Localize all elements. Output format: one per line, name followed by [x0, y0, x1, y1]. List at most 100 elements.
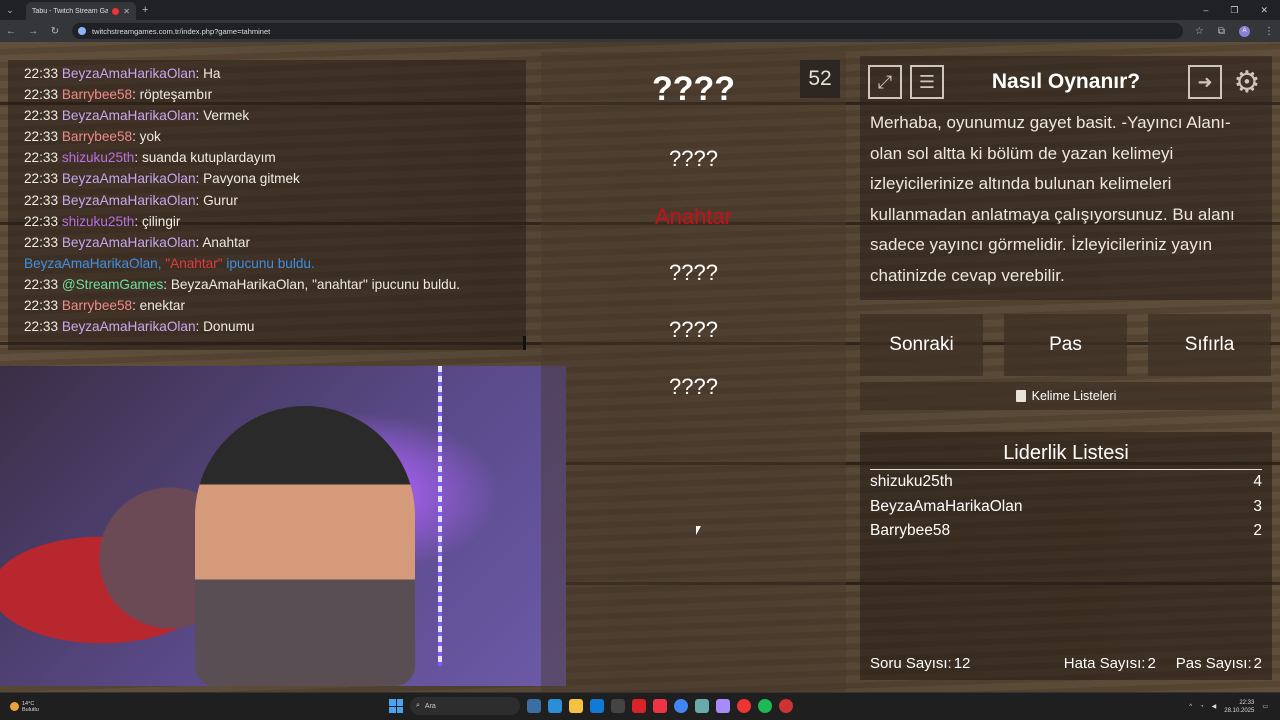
gear-icon[interactable]: ⚙ [1230, 65, 1264, 99]
chat-highlight-word: "Anahtar" [165, 255, 223, 271]
clock[interactable]: 22:33 28.10.2025 [1224, 699, 1254, 715]
taskbar: 14°C Bulutlu ⌕ Ara ^ ◔ ◀ 22:33 28.10.202… [0, 692, 1280, 720]
chat-time: 22:33 [24, 276, 59, 292]
back-icon[interactable]: ← [6, 26, 16, 37]
leaderboard-panel: Liderlik Listesi shizuku25th 4 BeyzaAmaH… [860, 432, 1272, 680]
forward-icon[interactable]: → [28, 26, 38, 37]
player-name: Barrybee58 [870, 522, 951, 540]
url-field[interactable]: twitchstreamgames.com.tr/index.php?game=… [72, 23, 1183, 39]
tray-chevron-icon[interactable]: ^ [1189, 704, 1192, 710]
clipboard-icon [1015, 390, 1026, 402]
chrome-icon[interactable] [674, 699, 688, 713]
chat-time: 22:33 [24, 234, 59, 250]
chat-message: 22:33 BeyzaAmaHarikaOlan: Gurur [24, 192, 238, 208]
chat-message: 22:33 BeyzaAmaHarikaOlan: Anahtar [24, 234, 250, 250]
chat-time: 22:33 [24, 298, 59, 314]
reset-button[interactable]: Sıfırla [1148, 314, 1271, 376]
chat-username[interactable]: shizuku25th [62, 150, 135, 165]
taskbar-search[interactable]: ⌕ Ara [410, 697, 520, 715]
timer: 52 [800, 60, 840, 98]
wifi-icon[interactable]: ◔ [1200, 704, 1204, 710]
chat-time: 22:33 [24, 87, 59, 103]
tab-search-icon[interactable]: ⌄ [0, 0, 20, 20]
chat-time: 22:33 [24, 171, 59, 187]
folder-icon[interactable] [569, 699, 583, 713]
site-info-icon[interactable] [78, 27, 86, 35]
chat-text: Ha [203, 66, 221, 81]
chat-message: BeyzaAmaHarikaOlan, "Anahtar" ipucunu bu… [24, 253, 526, 274]
app-icon[interactable] [779, 699, 793, 713]
start-icon[interactable] [389, 699, 403, 713]
chat-text: BeyzaAmaHarikaOlan, "anahtar" ipucunu bu… [170, 276, 461, 292]
leaderboard-title: Liderlik Listesi [870, 432, 1262, 470]
weather-widget[interactable]: 14°C Bulutlu [0, 701, 80, 713]
chat-username[interactable]: BeyzaAmaHarikaOlan [62, 193, 196, 208]
spotify-icon[interactable] [758, 699, 772, 713]
app-icon[interactable] [695, 699, 709, 713]
leaderboard-row: BeyzaAmaHarikaOlan 3 [870, 495, 1262, 520]
chat-text: çilingir [141, 213, 181, 229]
chat-time: 22:33 [24, 108, 59, 124]
game-page: 22:33 BeyzaAmaHarikaOlan: Ha 22:33 Barryb… [0, 42, 1280, 692]
player-name: BeyzaAmaHarikaOlan [870, 497, 1023, 515]
chat-username[interactable]: Barrybee58 [62, 298, 132, 313]
app-icon[interactable] [653, 699, 667, 713]
tab-title: Tabu - Twitch Stream Game [32, 7, 109, 15]
app-icon[interactable] [611, 699, 625, 713]
chat-scrollbar[interactable] [523, 336, 526, 350]
new-tab-button[interactable]: + [142, 4, 148, 16]
chat-text: röpteşambır [139, 87, 213, 103]
chat-username[interactable]: BeyzaAmaHarikaOlan [62, 66, 196, 81]
close-tab-icon[interactable]: ✕ [123, 7, 130, 16]
logout-icon[interactable]: ➜ [1188, 65, 1222, 99]
how-to-play-title: Nasıl Oynanır? [991, 70, 1141, 93]
edge-icon[interactable] [548, 699, 562, 713]
chat-username[interactable]: BeyzaAmaHarikaOlan [62, 108, 196, 123]
chat-username[interactable]: BeyzaAmaHarikaOlan, [24, 256, 162, 271]
chat-username[interactable]: Barrybee58 [62, 87, 132, 102]
chat-time: 22:33 [24, 319, 59, 335]
player-score: 2 [1253, 522, 1262, 540]
maximize-icon[interactable]: ❐ [1230, 5, 1238, 16]
fullscreen-icon[interactable]: ⤢ [868, 65, 902, 99]
pass-count: 2 [1253, 655, 1262, 672]
obs-icon[interactable] [716, 699, 730, 713]
error-count-label: Hata Sayısı: [1063, 655, 1146, 672]
chat-time: 22:33 [24, 66, 59, 81]
chat-username[interactable]: BeyzaAmaHarikaOlan [62, 171, 196, 186]
word-lists-label: Kelime Listeleri [1031, 389, 1117, 403]
right-panel: ⤢ ☰ Nasıl Oynanır? ➜ ⚙ Merhaba, oyunumuz… [860, 56, 1272, 680]
chat-username[interactable]: Barrybee58 [62, 129, 132, 144]
browser-tab-bar: ⌄ Tabu - Twitch Stream Game ✕ + – ❐ ✕ [0, 0, 1280, 20]
chat-text: suanda kutuplardayım [141, 150, 276, 166]
store-icon[interactable] [590, 699, 604, 713]
document-icon[interactable]: ☰ [910, 65, 944, 99]
close-window-icon[interactable]: ✕ [1260, 5, 1268, 16]
chat-username[interactable]: @StreamGames [62, 277, 163, 292]
pass-count-label: Pas Sayısı: [1175, 655, 1252, 672]
menu-icon[interactable]: ⋮ [1264, 26, 1274, 37]
pass-button[interactable]: Pas [1004, 314, 1127, 376]
how-to-play-panel: ⤢ ☰ Nasıl Oynanır? ➜ ⚙ Merhaba, oyunumuz… [860, 56, 1272, 300]
chat-username[interactable]: shizuku25th [62, 214, 135, 229]
file-explorer-icon[interactable] [527, 699, 541, 713]
chat-text: ipucunu buldu. [222, 255, 315, 271]
minimize-icon[interactable]: – [1203, 5, 1208, 16]
profile-avatar[interactable]: A [1239, 25, 1250, 37]
browser-tab[interactable]: Tabu - Twitch Stream Game ✕ [26, 2, 136, 20]
chat-username[interactable]: BeyzaAmaHarikaOlan [62, 235, 196, 250]
netflix-icon[interactable] [632, 699, 646, 713]
chat-message: 22:33 shizuku25th: suanda kutuplardayım [24, 150, 276, 166]
weather-desc: Bulutlu [22, 706, 39, 713]
volume-icon[interactable]: ◀ [1212, 703, 1217, 710]
notification-icon[interactable]: ▭ [1262, 703, 1268, 710]
extensions-icon[interactable]: ⧉ [1218, 26, 1225, 37]
opera-icon[interactable] [737, 699, 751, 713]
player-score: 3 [1253, 497, 1262, 515]
reload-icon[interactable]: ↻ [50, 26, 60, 37]
chat-username[interactable]: BeyzaAmaHarikaOlan [62, 319, 196, 334]
next-button[interactable]: Sonraki [860, 314, 983, 376]
chat-time: 22:33 [24, 213, 59, 229]
word-lists-button[interactable]: Kelime Listeleri [860, 382, 1272, 410]
bookmark-star-icon[interactable]: ☆ [1195, 26, 1204, 37]
